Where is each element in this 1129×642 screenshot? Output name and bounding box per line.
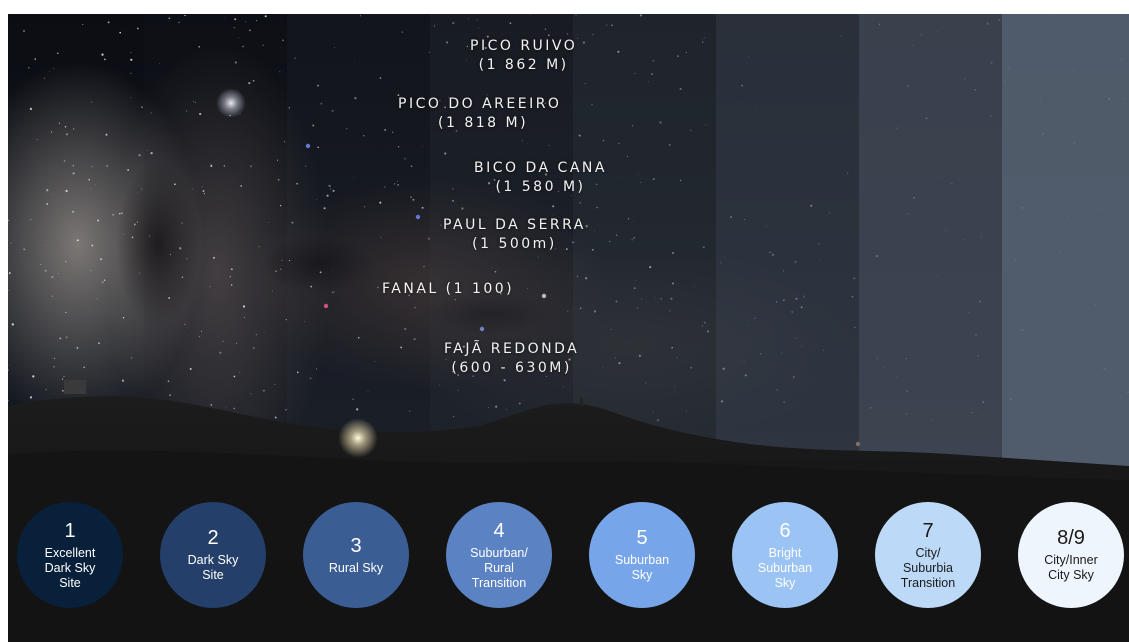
scale-circle-2: 2 Dark Sky Site — [160, 502, 266, 608]
scale-label: City/ Suburbia Transition — [900, 545, 956, 590]
scale-number: 3 — [350, 534, 362, 557]
scale-label: Suburban Sky — [614, 553, 670, 582]
scale-label: Dark Sky Site — [187, 553, 239, 582]
label-pico-do-areeiro: PICO DO AREEIRO (1 818 M) — [398, 96, 562, 131]
scale-circle-6: 6 Bright Suburban Sky — [732, 502, 838, 608]
scale-label: Excellent Dark Sky Site — [44, 545, 96, 590]
scale-circle-1: 1 Excellent Dark Sky Site — [17, 502, 123, 608]
label-bico-da-cana: BICO DA CANA (1 580 M) — [474, 160, 607, 195]
observatory-building — [64, 380, 86, 394]
scale-label: Rural Sky — [328, 560, 384, 575]
label-pico-ruivo: PICO RUIVO (1 862 M) — [470, 38, 578, 73]
label-fanal: FANAL (1 100) — [382, 281, 515, 297]
scale-number: 4 — [493, 519, 505, 542]
scale-number: 8/9 — [1057, 527, 1085, 549]
scale-label: City/Inner City Sky — [1044, 553, 1098, 582]
scale-circle-4: 4 Suburban/ Rural Transition — [446, 502, 552, 608]
scale-number: 1 — [64, 519, 76, 542]
scale-label: Suburban/ Rural Transition — [470, 545, 528, 590]
scale-number: 5 — [636, 527, 648, 549]
scale-circle-7: 7 City/ Suburbia Transition — [875, 502, 981, 608]
scale-circle-3: 3 Rural Sky — [303, 502, 409, 608]
scale-number: 6 — [779, 519, 791, 542]
scale-circle-8: 8/9 City/Inner City Sky — [1018, 502, 1124, 608]
label-faja-redonda: FAJÃ REDONDA (600 - 630M) — [444, 341, 580, 376]
scale-label: Bright Suburban Sky — [757, 545, 813, 590]
scale-circle-5: 5 Suburban Sky — [589, 502, 695, 608]
horizon-light — [338, 418, 378, 458]
scale-number: 7 — [922, 519, 934, 542]
scale-number: 2 — [207, 527, 219, 549]
label-paul-da-serra: PAUL DA SERRA (1 500m) — [443, 217, 586, 252]
